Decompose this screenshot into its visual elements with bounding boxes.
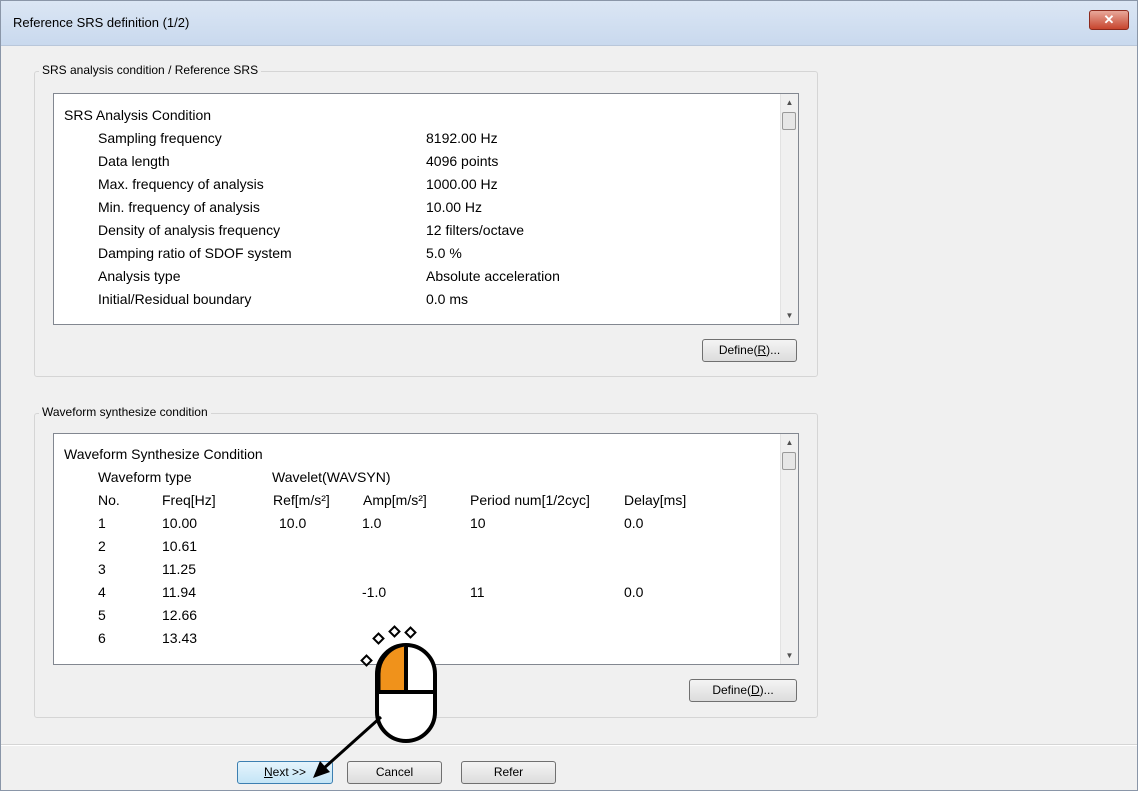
srs-condition-row: Max. frequency of analysis 1000.00 Hz [98,176,498,192]
scroll-down-icon[interactable]: ▼ [781,647,798,664]
waveform-table-row: 6 13.43 [98,630,198,646]
srs-condition-row: Damping ratio of SDOF system 5.0 % [98,245,462,261]
scroll-up-icon[interactable]: ▲ [781,434,798,451]
srs-condition-row: Initial/Residual boundary 0.0 ms [98,291,469,307]
footer-separator-highlight [1,745,1137,746]
srs-scrollbar[interactable]: ▲ ▼ [780,94,798,324]
next-button[interactable]: Next >> [237,761,333,784]
waveform-condition-listbox[interactable]: Waveform Synthesize Condition Waveform t… [53,433,799,665]
waveform-table-row: 1 10.00 10.0 1.0 10 0.0 [98,515,644,531]
scroll-up-icon[interactable]: ▲ [781,94,798,111]
waveform-scrollbar[interactable]: ▲ ▼ [780,434,798,664]
waveform-type-row: Waveform type Wavelet(WAVSYN) [98,469,391,485]
close-button[interactable]: ✕ [1089,10,1129,30]
refer-button[interactable]: Refer [461,761,556,784]
define-waveform-button[interactable]: Define(D)... [689,679,797,702]
waveform-group-label: Waveform synthesize condition [39,405,211,419]
waveform-column-headers: No. Freq[Hz] Ref[m/s²] Amp[m/s²] Period … [98,492,687,508]
srs-condition-listbox[interactable]: SRS Analysis Condition Sampling frequenc… [53,93,799,325]
title-bar: Reference SRS definition (1/2) ✕ [1,1,1137,46]
cancel-button[interactable]: Cancel [347,761,442,784]
dialog-window: Reference SRS definition (1/2) ✕ SRS ana… [0,0,1138,791]
scroll-thumb[interactable] [782,452,796,470]
waveform-table-row: 3 11.25 [98,561,196,577]
window-title: Reference SRS definition (1/2) [13,15,190,30]
srs-condition-row: Sampling frequency 8192.00 Hz [98,130,498,146]
waveform-table-row: 4 11.94 -1.0 11 0.0 [98,584,644,600]
scroll-thumb[interactable] [782,112,796,130]
srs-condition-row: Data length 4096 points [98,153,499,169]
srs-condition-row: Analysis type Absolute acceleration [98,268,560,284]
srs-condition-row: Density of analysis frequency 12 filters/… [98,222,525,238]
scroll-down-icon[interactable]: ▼ [781,307,798,324]
waveform-table-row: 5 12.66 [98,607,198,623]
define-srs-button[interactable]: Define(R)... [702,339,797,362]
waveform-table-row: 2 10.61 [98,538,198,554]
srs-condition-row: Min. frequency of analysis 10.00 Hz [98,199,483,215]
srs-analysis-group-label: SRS analysis condition / Reference SRS [39,63,262,77]
